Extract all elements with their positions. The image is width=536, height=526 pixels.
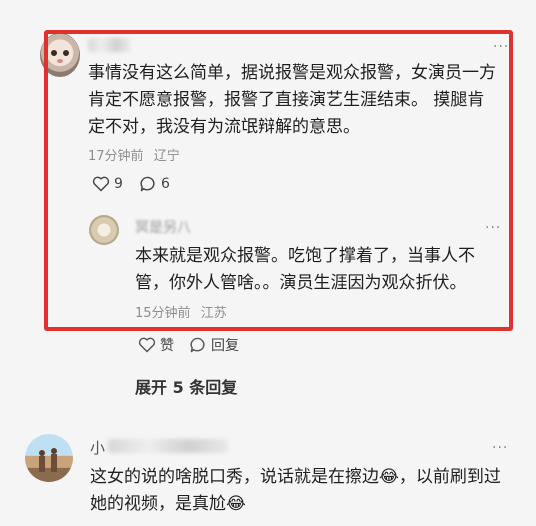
comment2-username-blurred[interactable] [108,439,228,453]
highlight-box [44,30,513,331]
avatar-comment2[interactable] [25,434,73,482]
reply-reply-label: 回复 [211,338,239,354]
comment2-more-options-icon[interactable]: ··· [492,441,508,455]
reply-like-button[interactable]: 赞 [138,335,174,355]
comment2-text: 这女的说的啥脱口秀，说话就是在擦边😂，以前刷到过她的视频，是真尬😂 [90,467,501,514]
comment-bubble-icon [190,337,205,353]
heart-icon [138,337,156,353]
reply-like-label: 赞 [160,338,174,354]
expand-replies-button[interactable]: 展开 5 条回复 [135,374,237,398]
comment2-username[interactable]: 小 [90,437,105,458]
photo-avatar-icon [39,448,57,472]
reply-reply-button[interactable]: 回复 [189,335,239,355]
